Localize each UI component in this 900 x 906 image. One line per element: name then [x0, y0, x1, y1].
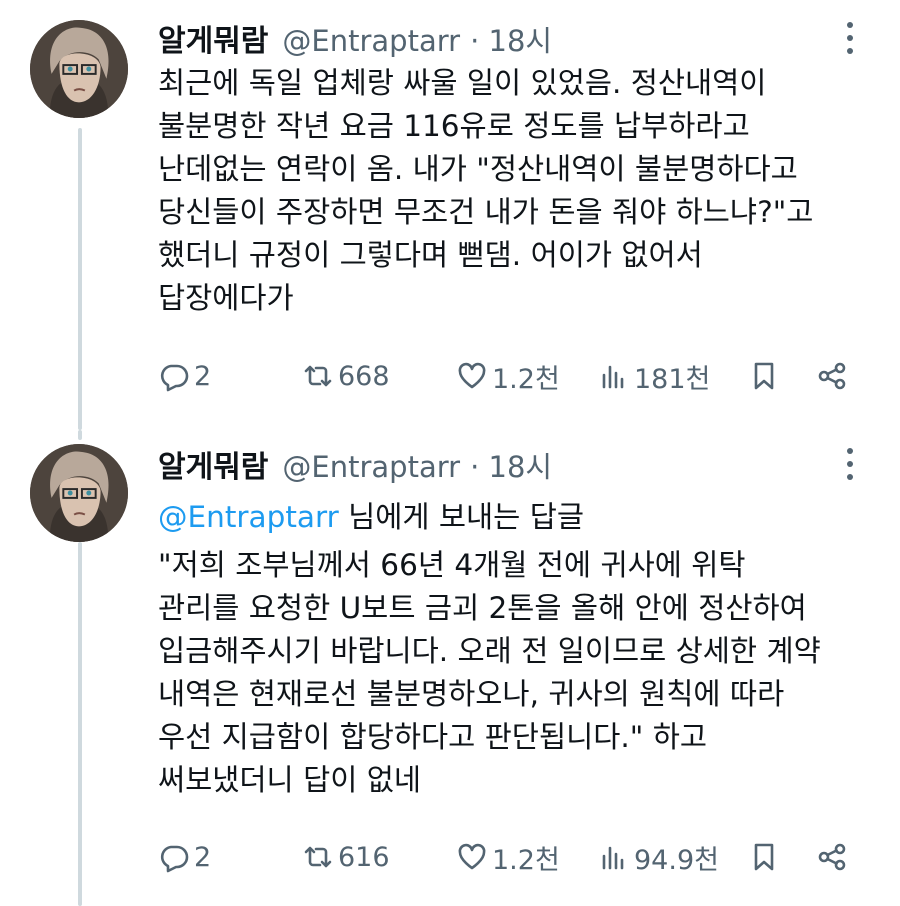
like-button[interactable]: 1.2천 [456, 837, 560, 877]
bar-chart-icon [602, 846, 624, 870]
thread-line [78, 128, 82, 430]
thread-line [78, 542, 82, 906]
reply-button[interactable]: 2 [158, 837, 211, 877]
tweet-text-line: 관리를 요청한 U보트 금괴 2톤을 올해 안에 정산하여 [158, 591, 807, 625]
heart-icon [458, 362, 486, 389]
avatar-image [30, 20, 128, 118]
tweet[interactable]: 알게뭐람 @Entraptarr · 18시 @Entraptarr 님에게 보… [0, 430, 900, 906]
tweet-header: 알게뭐람 @Entraptarr · 18시 [158, 442, 552, 486]
tweet-text-line: 내역은 현재로선 불분명하오나, 귀사의 원칙에 따라 [158, 677, 785, 711]
share-button[interactable] [816, 837, 848, 877]
bookmark-button[interactable] [748, 356, 780, 396]
vertical-ellipsis-icon[interactable] [840, 18, 860, 58]
bar-chart-icon [602, 365, 624, 389]
reply-context-label: 님에게 보내는 답글 [338, 500, 584, 534]
tweet-text-line: 불분명한 작년 요금 116유로 정도를 납부하라고 [158, 109, 750, 143]
retweet-button[interactable]: 616 [302, 837, 390, 877]
retweet-count: 616 [338, 841, 390, 873]
retweet-count: 668 [338, 360, 390, 392]
avatar[interactable] [30, 20, 128, 118]
avatar[interactable] [30, 444, 128, 542]
avatar-image [30, 444, 128, 542]
tweet-text-line: 했더니 규정이 그렇다며 뻗댐. 어이가 없어서 [158, 238, 703, 272]
share-icon [818, 843, 846, 871]
user-handle[interactable]: @Entraptarr [282, 24, 460, 58]
views-button[interactable]: 94.9천 [598, 837, 719, 877]
retweet-icon [304, 365, 332, 387]
share-button[interactable] [816, 356, 848, 396]
view-count: 94.9천 [634, 844, 719, 876]
thread-line [78, 430, 82, 440]
tweet-actions: 2 668 1.2천 181천 [158, 356, 858, 396]
bookmark-icon [754, 362, 774, 390]
tweet[interactable]: 알게뭐람 @Entraptarr · 18시 최근에 독일 업체랑 싸울 일이 … [0, 0, 900, 430]
reply-count: 2 [194, 841, 212, 873]
display-name[interactable]: 알게뭐람 [158, 16, 268, 60]
speech-bubble-icon [160, 364, 189, 392]
views-button[interactable]: 181천 [598, 356, 710, 396]
speech-bubble-icon [160, 845, 189, 873]
reply-context: @Entraptarr 님에게 보내는 답글 [158, 494, 584, 536]
tweet-text-line: 써보냈더니 답이 없네 [158, 763, 422, 797]
tweet-actions: 2 616 1.2천 94.9천 [158, 837, 858, 877]
reply-button[interactable]: 2 [158, 356, 211, 396]
tweet-text-line: 당신들이 주장하면 무조건 내가 돈을 줘야 하느냐?"고 [158, 195, 814, 229]
bookmark-button[interactable] [748, 837, 780, 877]
share-icon [818, 362, 846, 390]
vertical-ellipsis-icon[interactable] [840, 444, 860, 484]
retweet-button[interactable]: 668 [302, 356, 390, 396]
view-count: 181천 [634, 363, 711, 395]
tweet-text-line: 우선 지급함이 합당하다고 판단됩니다." 하고 [158, 720, 707, 754]
reply-mention-link[interactable]: @Entraptarr [158, 500, 339, 534]
tweet-text-line: 답장에다가 [158, 281, 294, 315]
like-button[interactable]: 1.2천 [456, 356, 560, 396]
heart-icon [458, 843, 486, 870]
bookmark-icon [754, 843, 774, 871]
like-count: 1.2천 [492, 363, 560, 395]
display-name[interactable]: 알게뭐람 [158, 442, 268, 486]
tweet-text: "저희 조부님께서 66년 4개월 전에 귀사에 위탁 관리를 요청한 U보트 … [158, 544, 878, 802]
timestamp[interactable]: · 18시 [470, 444, 552, 486]
tweet-text-line: 난데없는 연락이 옴. 내가 "정산내역이 불분명하다고 [158, 152, 798, 186]
tweet-header: 알게뭐람 @Entraptarr · 18시 [158, 16, 552, 60]
user-handle[interactable]: @Entraptarr [282, 450, 460, 484]
tweet-text-line: 최근에 독일 업체랑 싸울 일이 있었음. 정산내역이 [158, 66, 767, 100]
reply-count: 2 [194, 360, 212, 392]
tweet-text-line: "저희 조부님께서 66년 4개월 전에 귀사에 위탁 [158, 548, 746, 582]
like-count: 1.2천 [492, 844, 560, 876]
tweet-text-line: 입금해주시기 바랍니다. 오래 전 일이므로 상세한 계약 [158, 634, 821, 668]
timestamp[interactable]: · 18시 [470, 18, 552, 60]
tweet-text: 최근에 독일 업체랑 싸울 일이 있었음. 정산내역이 불분명한 작년 요금 1… [158, 62, 878, 320]
retweet-icon [304, 846, 332, 868]
